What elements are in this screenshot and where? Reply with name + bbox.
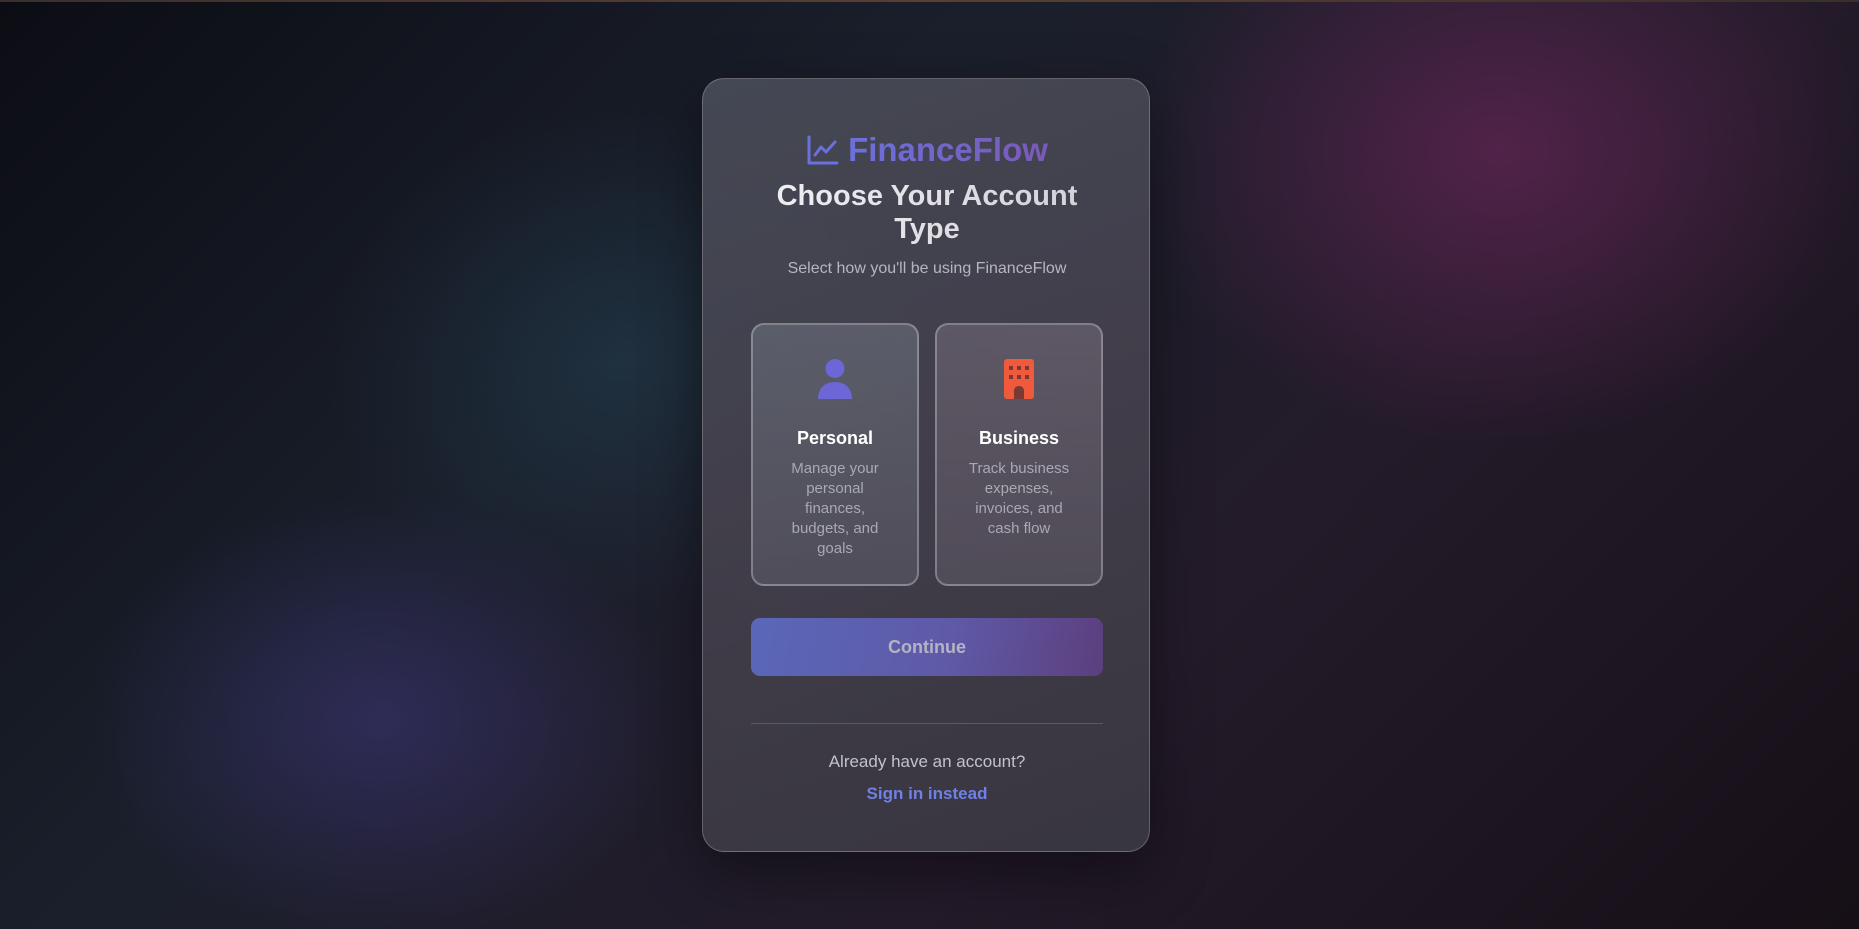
account-option-business[interactable]: Business Track business expenses, invoic… (935, 323, 1103, 586)
option-label-business: Business (978, 428, 1060, 448)
divider (751, 723, 1103, 724)
brand-name: FinanceFlow (848, 131, 1048, 168)
account-type-card: FinanceFlow Choose Your Account Type Sel… (702, 78, 1150, 852)
chart-line-icon (806, 133, 840, 167)
option-description-personal: Manage your personal finances, budgets, … (791, 460, 879, 557)
user-icon (753, 358, 917, 402)
account-option-personal[interactable]: Personal Manage your personal finances, … (751, 323, 919, 586)
page-subtitle: Select how you'll be using FinanceFlow (787, 260, 1067, 277)
brand-logo: FinanceFlow (703, 131, 1151, 169)
building-icon (937, 358, 1101, 402)
continue-button[interactable]: Continue (751, 618, 1103, 676)
page-title: Choose Your Account Type (743, 180, 1111, 246)
top-accent-line (0, 0, 1859, 2)
option-label-personal: Personal (796, 428, 874, 448)
option-description-business: Track business expenses, invoices, and c… (968, 460, 1070, 537)
sign-in-link[interactable]: Sign in instead (703, 784, 1151, 804)
already-have-account-text: Already have an account? (828, 752, 1026, 771)
